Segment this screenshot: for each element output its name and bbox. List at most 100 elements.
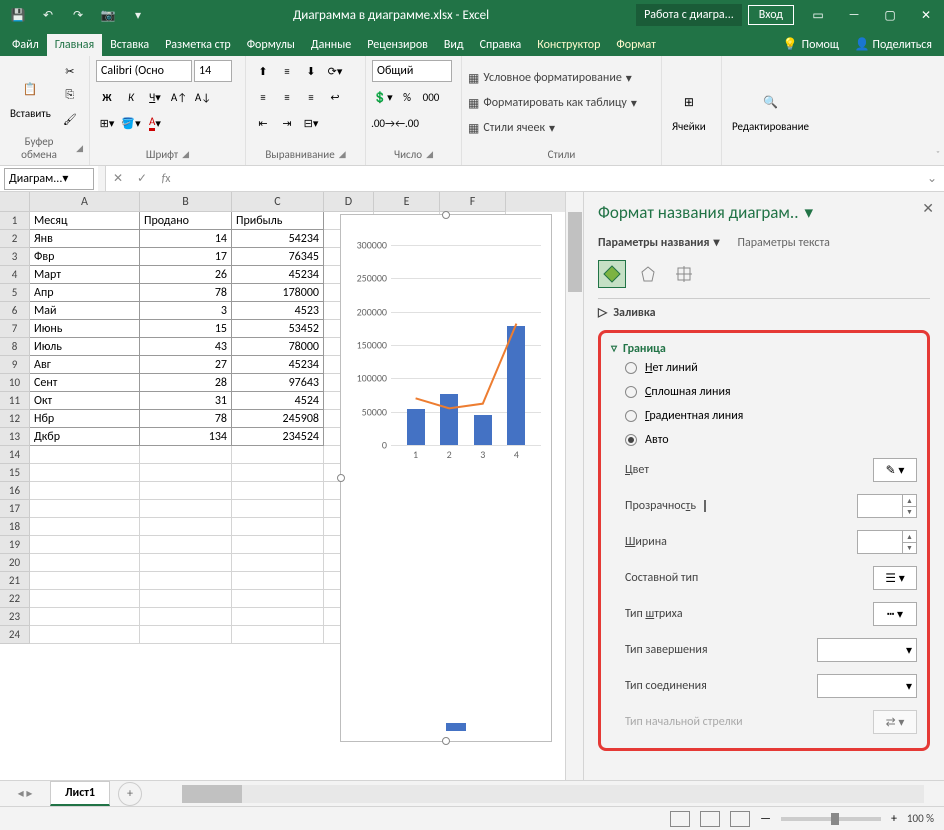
row-header[interactable]: 23 — [0, 608, 30, 626]
wrap-text-icon[interactable]: ↩ — [324, 86, 346, 108]
decrease-decimal-icon[interactable]: ←.00 — [396, 112, 418, 134]
align-bottom-icon[interactable]: ⬇ — [300, 60, 322, 82]
undo-icon[interactable]: ↶ — [34, 2, 62, 28]
cell[interactable]: 28 — [140, 374, 232, 392]
col-header-d[interactable]: D — [324, 192, 374, 212]
formula-input[interactable] — [178, 168, 920, 190]
cell[interactable]: Сент — [30, 374, 140, 392]
row-header[interactable]: 18 — [0, 518, 30, 536]
tab-file[interactable]: Файл — [4, 34, 47, 56]
tab-help[interactable]: Справка — [472, 34, 530, 56]
paste-button[interactable]: 📋 Вставить — [6, 60, 55, 133]
cell[interactable]: 78000 — [232, 338, 324, 356]
cell[interactable] — [140, 590, 232, 608]
cell[interactable] — [30, 482, 140, 500]
cell[interactable]: 3 — [140, 302, 232, 320]
close-icon[interactable]: ✕ — [908, 0, 944, 30]
increase-font-icon[interactable]: A↑ — [168, 86, 190, 108]
cell[interactable] — [140, 518, 232, 536]
select-all-corner[interactable] — [0, 192, 30, 212]
col-header-c[interactable]: C — [232, 192, 324, 212]
camera-icon[interactable]: 📷 — [94, 2, 122, 28]
cell[interactable]: 31 — [140, 392, 232, 410]
border-section-header[interactable]: ▿ Граница — [611, 341, 917, 356]
cell[interactable]: 78 — [140, 284, 232, 302]
cell[interactable] — [232, 608, 324, 626]
expand-formula-icon[interactable]: ⌄ — [920, 168, 944, 190]
tab-design[interactable]: Конструктор — [529, 34, 608, 56]
cell[interactable] — [140, 536, 232, 554]
cell[interactable]: 4523 — [232, 302, 324, 320]
cell[interactable] — [30, 536, 140, 554]
cell[interactable] — [30, 518, 140, 536]
row-header[interactable]: 19 — [0, 536, 30, 554]
row-header[interactable]: 20 — [0, 554, 30, 572]
cell[interactable] — [232, 626, 324, 644]
row-header[interactable]: 22 — [0, 590, 30, 608]
cell[interactable] — [232, 536, 324, 554]
underline-button[interactable]: Ч ▾ — [144, 86, 166, 108]
cut-icon[interactable]: ✂ — [59, 60, 81, 82]
tell-me[interactable]: 💡 Помощ — [775, 33, 847, 56]
cell[interactable] — [140, 554, 232, 572]
cell[interactable]: 15 — [140, 320, 232, 338]
cell[interactable]: Авг — [30, 356, 140, 374]
worksheet[interactable]: A B C D E F 1МесяцПроданоПрибыль2Янв1454… — [0, 192, 565, 780]
cell[interactable]: 97643 — [232, 374, 324, 392]
row-header[interactable]: 14 — [0, 446, 30, 464]
cell[interactable]: Месяц — [30, 212, 140, 230]
cell[interactable]: 245908 — [232, 410, 324, 428]
cell[interactable] — [232, 518, 324, 536]
cell[interactable]: 27 — [140, 356, 232, 374]
tab-formulas[interactable]: Формулы — [239, 34, 303, 56]
chart-handle-bottom[interactable] — [442, 737, 450, 745]
radio-gradient-line[interactable]: Градиентная линия — [611, 404, 917, 428]
cell[interactable]: Нбр — [30, 410, 140, 428]
cell[interactable] — [30, 500, 140, 518]
enter-formula-icon[interactable]: ✓ — [130, 168, 154, 190]
tab-data[interactable]: Данные — [303, 34, 359, 56]
fill-section-header[interactable]: ▷ Заливка — [598, 305, 930, 320]
row-header[interactable]: 13 — [0, 428, 30, 446]
login-button[interactable]: Вход — [748, 5, 794, 25]
zoom-in-icon[interactable]: + — [891, 812, 897, 826]
italic-button[interactable]: К — [120, 86, 142, 108]
row-header[interactable]: 8 — [0, 338, 30, 356]
cell[interactable]: 134 — [140, 428, 232, 446]
pane-tab-text-options[interactable]: Параметры текста — [737, 235, 829, 250]
cell[interactable]: 17 — [140, 248, 232, 266]
cell[interactable]: 14 — [140, 230, 232, 248]
row-header[interactable]: 15 — [0, 464, 30, 482]
save-icon[interactable]: 💾 — [4, 2, 32, 28]
cell[interactable]: 45234 — [232, 356, 324, 374]
add-sheet-button[interactable]: + — [118, 782, 142, 806]
tab-home[interactable]: Главная — [47, 34, 102, 56]
cell[interactable]: Окт — [30, 392, 140, 410]
tab-review[interactable]: Рецензиров — [359, 34, 436, 56]
col-header-f[interactable]: F — [440, 192, 506, 212]
page-break-view-icon[interactable] — [730, 811, 750, 827]
row-header[interactable]: 2 — [0, 230, 30, 248]
tab-layout[interactable]: Разметка стр — [157, 34, 239, 56]
cell[interactable] — [232, 554, 324, 572]
redo-icon[interactable]: ↷ — [64, 2, 92, 28]
align-middle-icon[interactable]: ≡ — [276, 60, 298, 82]
maximize-icon[interactable]: ▢ — [872, 0, 908, 30]
cell[interactable] — [232, 464, 324, 482]
align-top-icon[interactable]: ⬆ — [252, 60, 274, 82]
collapse-ribbon-icon[interactable]: ˇ — [936, 148, 940, 161]
col-header-b[interactable]: B — [140, 192, 232, 212]
cell[interactable] — [140, 572, 232, 590]
chart-handle-left[interactable] — [337, 474, 345, 482]
orientation-icon[interactable]: ⟳▾ — [324, 60, 346, 82]
cell[interactable] — [140, 608, 232, 626]
tab-view[interactable]: Вид — [436, 34, 472, 56]
decrease-font-icon[interactable]: A↓ — [192, 86, 214, 108]
cell[interactable] — [232, 446, 324, 464]
border-color-picker[interactable]: ✎ ▾ — [873, 458, 917, 482]
join-type-dropdown[interactable]: ▾ — [817, 674, 917, 698]
cell[interactable]: Май — [30, 302, 140, 320]
row-header[interactable]: 17 — [0, 500, 30, 518]
cell[interactable]: Дкбр — [30, 428, 140, 446]
cell[interactable] — [30, 626, 140, 644]
